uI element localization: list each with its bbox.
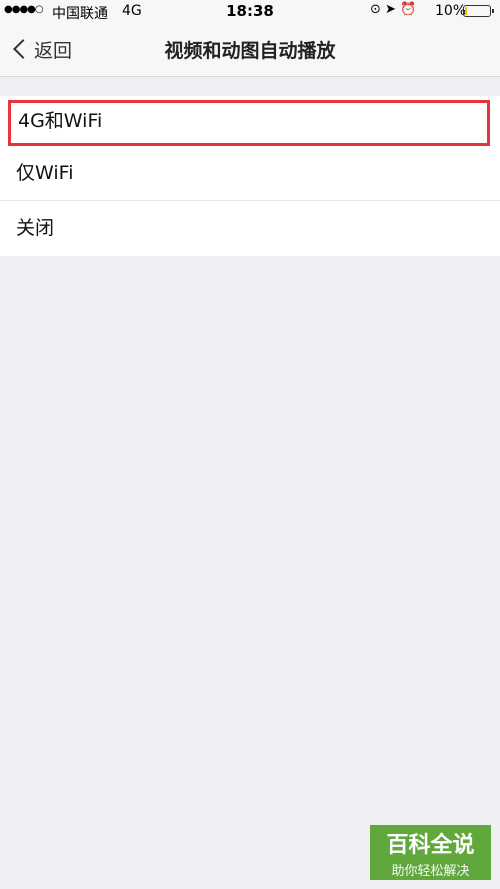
battery-icon <box>463 5 494 17</box>
option-4g-and-wifi[interactable]: 4G和WiFi <box>8 100 490 146</box>
page-title: 视频和动图自动播放 <box>164 40 336 62</box>
option-label: 4G和WiFi <box>18 110 103 132</box>
status-bar: ●●●●○ 中国联通 4G 18:38 ⊙ ➤ ⏰ 10% <box>0 0 500 22</box>
autoplay-options-list: 4G和WiFi 仅WiFi 关闭 <box>0 96 500 256</box>
battery-percent: 10% <box>435 3 467 19</box>
option-wifi-only[interactable]: 仅WiFi <box>0 146 500 201</box>
navigation-bar: 返回 视频和动图自动播放 <box>0 22 500 77</box>
option-label: 关闭 <box>16 217 55 239</box>
status-time: 18:38 <box>226 2 274 20</box>
option-label: 仅WiFi <box>16 162 74 184</box>
watermark-subtitle: 助你轻松解决 <box>391 864 470 879</box>
watermark-title: 百科全说 <box>386 833 475 858</box>
status-icons: ⊙ ➤ ⏰ <box>370 2 417 17</box>
option-off[interactable]: 关闭 <box>0 201 500 256</box>
battery-level-fill <box>465 7 467 15</box>
watermark-logo: 百科全说 助你轻松解决 <box>370 825 491 880</box>
